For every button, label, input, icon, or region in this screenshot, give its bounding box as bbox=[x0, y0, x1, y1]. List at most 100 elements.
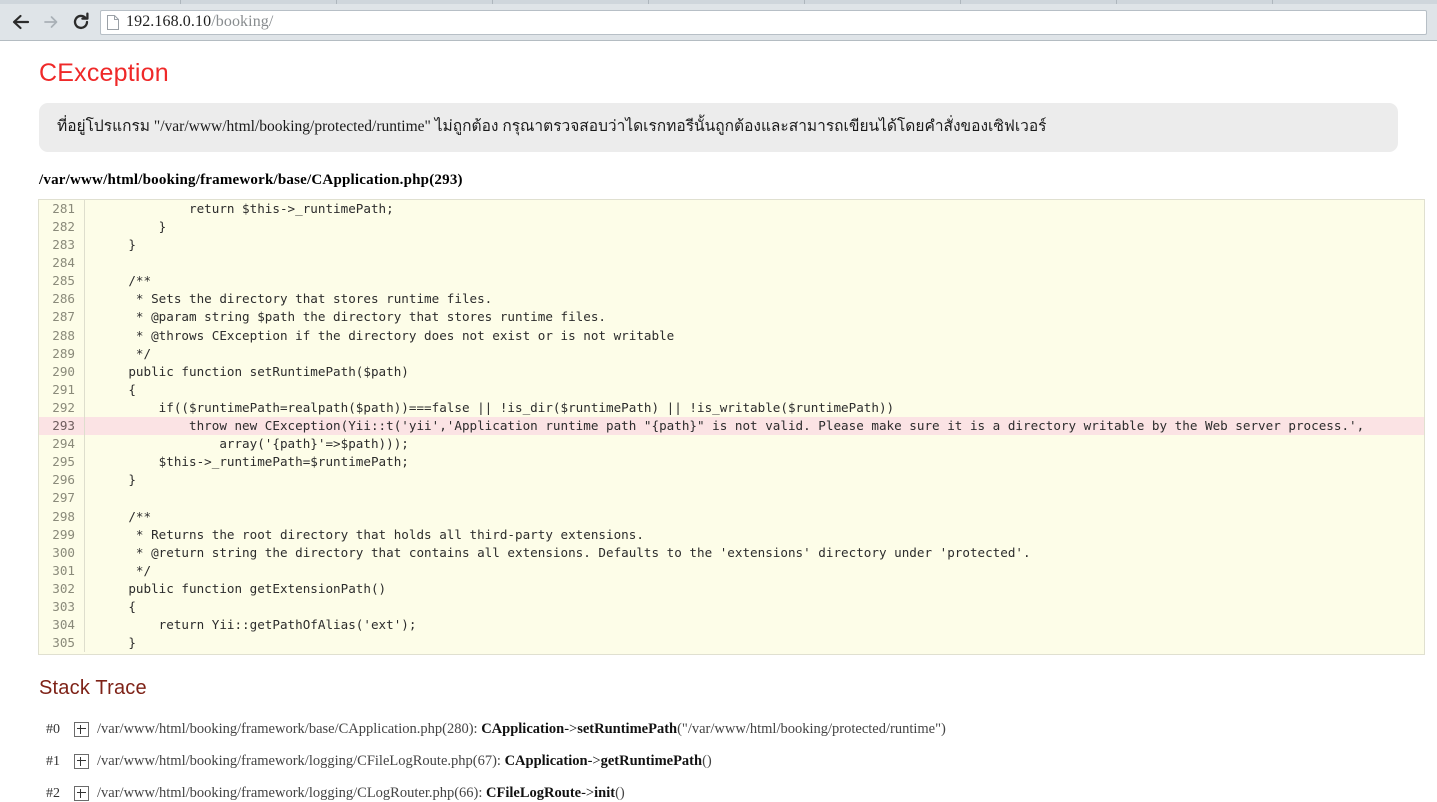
forward-arrow-icon bbox=[41, 13, 61, 31]
code-line-text: return Yii::getPathOfAlias('ext'); bbox=[98, 617, 417, 633]
stack-frame-path: /var/www/html/booking/framework/logging/… bbox=[97, 785, 487, 802]
navigation-toolbar: 192.168.0.10/booking/ bbox=[0, 4, 1437, 40]
code-line-number: 287 bbox=[39, 308, 85, 327]
code-line: 292 if(($runtimePath=realpath($path))===… bbox=[39, 398, 1424, 418]
back-button[interactable] bbox=[6, 8, 36, 36]
code-line-text: * @param string $path the directory that… bbox=[98, 309, 606, 325]
stack-frame-args: () bbox=[615, 785, 625, 802]
stack-frame-method: init bbox=[594, 785, 616, 802]
code-line-text: array('{path}'=>$path))); bbox=[98, 436, 409, 452]
code-line-number: 298 bbox=[39, 507, 85, 526]
code-line-number: 285 bbox=[39, 272, 85, 291]
code-line: 287 * @param string $path the directory … bbox=[39, 308, 1424, 327]
code-line: 301 */ bbox=[39, 561, 1424, 580]
stack-frame-args: ("/var/www/html/booking/protected/runtim… bbox=[677, 721, 946, 738]
code-line: 295 $this->_runtimePath=$runtimePath; bbox=[39, 453, 1424, 472]
code-line: 284 bbox=[39, 254, 1424, 273]
code-line-number: 290 bbox=[39, 362, 85, 381]
url-host: 192.168.0.10 bbox=[126, 13, 212, 30]
stack-trace-item: #1/var/www/html/booking/framework/loggin… bbox=[0, 746, 1437, 778]
code-line: 285 /** bbox=[39, 272, 1424, 291]
code-line-text: } bbox=[98, 219, 167, 235]
code-line-number: 283 bbox=[39, 236, 85, 255]
code-line-number: 282 bbox=[39, 218, 85, 237]
code-line-text: $this->_runtimePath=$runtimePath; bbox=[98, 454, 409, 470]
code-line-text: { bbox=[98, 598, 136, 614]
stack-frame-method: getRuntimePath bbox=[600, 753, 703, 770]
code-line-text: } bbox=[98, 472, 136, 488]
code-line-text: * @return string the directory that cont… bbox=[98, 544, 1031, 560]
code-line-text: throw new CException(Yii::t('yii','Appli… bbox=[98, 418, 1365, 434]
error-message-box: ที่อยู่โปรแกรม "/var/www/html/booking/pr… bbox=[39, 103, 1398, 152]
reload-button[interactable] bbox=[66, 8, 96, 36]
code-line-number: 305 bbox=[39, 634, 85, 653]
code-line: 294 array('{path}'=>$path))); bbox=[39, 435, 1424, 454]
source-file-path: /var/www/html/booking/framework/base/CAp… bbox=[39, 171, 463, 188]
code-line-number: 304 bbox=[39, 616, 85, 635]
code-line-text: public function getExtensionPath() bbox=[98, 580, 387, 596]
code-line: 296 } bbox=[39, 471, 1424, 490]
code-line-number: 299 bbox=[39, 525, 85, 544]
code-line: 305 } bbox=[39, 634, 1424, 653]
stack-frame-args: () bbox=[702, 753, 712, 770]
code-line: 297 bbox=[39, 489, 1424, 508]
stack-frame-arrow: -> bbox=[564, 721, 578, 738]
expand-plus-icon[interactable] bbox=[74, 786, 89, 802]
code-line: 283 } bbox=[39, 236, 1424, 255]
code-line-text: { bbox=[98, 381, 136, 397]
stack-frame-path: /var/www/html/booking/framework/base/CAp… bbox=[97, 721, 482, 738]
source-code-block: 281 return $this->_runtimePath; 282 } 283 … bbox=[38, 198, 1425, 655]
stack-trace-item: #2/var/www/html/booking/framework/loggin… bbox=[0, 778, 1437, 802]
stack-frame-class: CFileLogRoute bbox=[486, 785, 582, 802]
code-line-text: /** bbox=[98, 273, 152, 289]
code-line: 289 */ bbox=[39, 344, 1424, 363]
code-line-text: /** bbox=[98, 508, 152, 524]
code-line-number: 294 bbox=[39, 435, 85, 454]
code-line-text: * Returns the root directory that holds … bbox=[98, 526, 644, 542]
stack-frame-path: /var/www/html/booking/framework/logging/… bbox=[97, 753, 505, 770]
expand-plus-icon[interactable] bbox=[74, 722, 89, 738]
code-line-text: */ bbox=[98, 345, 152, 361]
page-document-icon bbox=[107, 14, 119, 30]
code-line-number: 292 bbox=[39, 398, 85, 418]
code-line-number: 293 bbox=[39, 417, 85, 436]
stack-trace-list: #0/var/www/html/booking/framework/base/C… bbox=[0, 714, 1437, 802]
code-line-number: 297 bbox=[39, 489, 85, 508]
code-line-number: 300 bbox=[39, 543, 85, 562]
code-line-number: 284 bbox=[39, 254, 85, 273]
code-line-text: * Sets the directory that stores runtime… bbox=[98, 291, 493, 307]
code-line: 300 * @return string the directory that … bbox=[39, 543, 1424, 562]
code-line-text: return $this->_runtimePath; bbox=[98, 200, 394, 216]
url-text: 192.168.0.10/booking/ bbox=[126, 13, 273, 31]
stack-frame-text: /var/www/html/booking/framework/logging/… bbox=[97, 785, 625, 802]
code-line-text: */ bbox=[98, 562, 152, 578]
code-line-number: 288 bbox=[39, 326, 85, 345]
code-line-number: 286 bbox=[39, 290, 85, 309]
forward-button[interactable] bbox=[36, 8, 66, 36]
expand-plus-icon[interactable] bbox=[74, 754, 89, 770]
stack-frame-method: setRuntimePath bbox=[577, 721, 678, 738]
browser-chrome: 192.168.0.10/booking/ bbox=[0, 0, 1437, 41]
code-line: 281 return $this->_runtimePath; bbox=[39, 199, 1424, 219]
code-line: 304 return Yii::getPathOfAlias('ext'); bbox=[39, 616, 1424, 635]
code-line: 282 } bbox=[39, 218, 1424, 237]
stack-frame-text: /var/www/html/booking/framework/logging/… bbox=[97, 753, 712, 770]
stack-frame-class: CApplication bbox=[481, 721, 565, 738]
code-line: 286 * Sets the directory that stores run… bbox=[39, 290, 1424, 309]
code-line: 298 /** bbox=[39, 507, 1424, 526]
reload-icon bbox=[71, 12, 91, 32]
back-arrow-icon bbox=[11, 13, 31, 31]
stack-frame-index: #0 bbox=[46, 721, 60, 737]
code-line-number: 291 bbox=[39, 380, 85, 399]
code-line-number: 301 bbox=[39, 561, 85, 580]
stack-frame-index: #1 bbox=[46, 753, 60, 769]
code-line: 288 * @throws CException if the director… bbox=[39, 326, 1424, 345]
code-line-number: 289 bbox=[39, 344, 85, 363]
stack-frame-text: /var/www/html/booking/framework/base/CAp… bbox=[97, 721, 946, 738]
code-line-highlighted: 293 throw new CException(Yii::t('yii','A… bbox=[39, 417, 1424, 436]
stack-trace-item: #0/var/www/html/booking/framework/base/C… bbox=[0, 714, 1437, 746]
stack-trace-heading: Stack Trace bbox=[39, 676, 147, 699]
code-line-number: 302 bbox=[39, 579, 85, 598]
url-bar[interactable]: 192.168.0.10/booking/ bbox=[100, 9, 1427, 35]
code-line-text: } bbox=[98, 635, 136, 651]
